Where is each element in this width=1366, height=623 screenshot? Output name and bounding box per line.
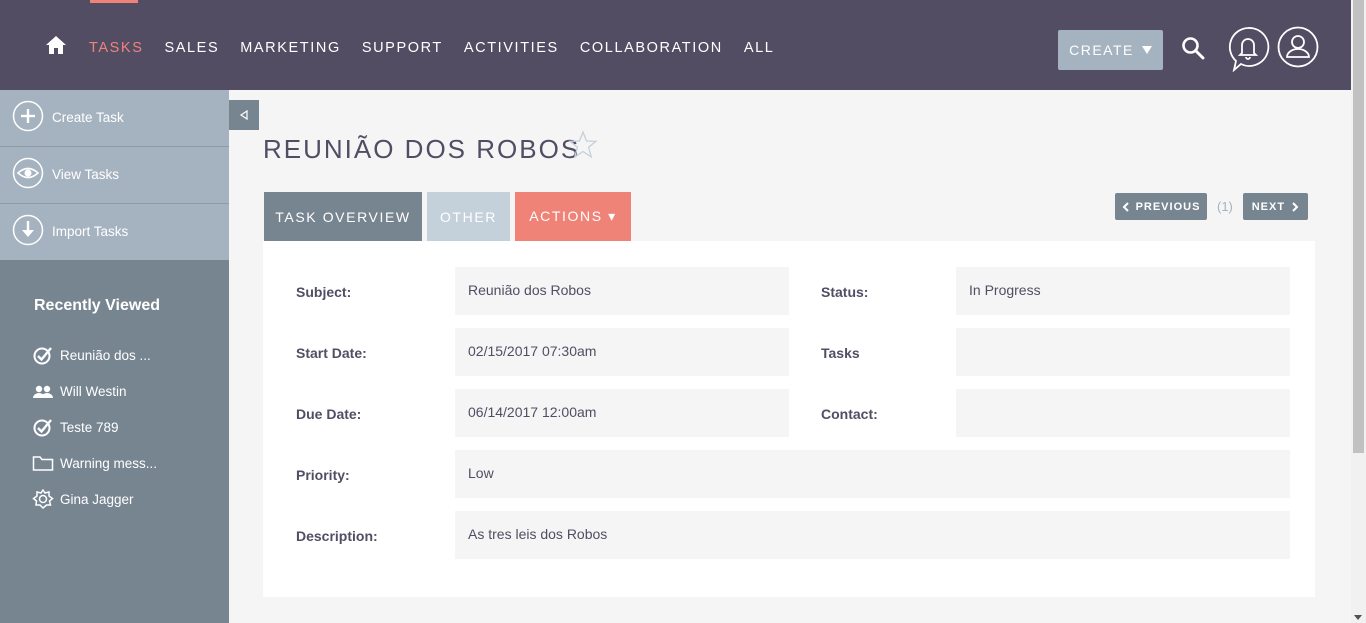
status-label: Status: bbox=[821, 284, 869, 300]
caret-down-icon bbox=[1141, 46, 1152, 54]
start-date-label: Start Date: bbox=[296, 345, 367, 361]
search-icon[interactable] bbox=[1181, 36, 1205, 60]
recent-item-label: Will Westin bbox=[60, 383, 127, 399]
tab-task-overview[interactable]: TASK OVERVIEW bbox=[264, 192, 422, 241]
scrollbar-thumb[interactable] bbox=[1353, 0, 1364, 453]
due-date-label: Due Date: bbox=[296, 406, 362, 422]
chevron-right-icon bbox=[1292, 201, 1299, 212]
nav-collaboration[interactable]: COLLABORATION bbox=[580, 40, 723, 56]
notification-bell-icon[interactable] bbox=[1227, 26, 1271, 72]
nav-sales[interactable]: SALES bbox=[164, 40, 219, 56]
subject-label: Subject: bbox=[296, 284, 352, 300]
previous-label: PREVIOUS bbox=[1135, 200, 1201, 213]
sidebar-item-label: Create Task bbox=[52, 110, 124, 125]
sidebar-item-create-task[interactable]: Create Task bbox=[0, 90, 229, 147]
favorite-star-icon[interactable] bbox=[568, 130, 598, 160]
page-title: REUNIÃO DOS ROBOS bbox=[263, 134, 581, 164]
task-check-icon bbox=[33, 347, 52, 365]
next-label: NEXT bbox=[1251, 200, 1286, 213]
sidebar: Create Task View Tasks Import Tasks Rece… bbox=[0, 90, 229, 623]
recent-item-reuniao[interactable]: Reunião dos ... bbox=[32, 337, 157, 373]
nav-all[interactable]: ALL bbox=[744, 40, 775, 56]
contact-label: Contact: bbox=[821, 406, 878, 422]
recently-viewed-list: Reunião dos ... Will Westin Teste 789 Wa… bbox=[32, 337, 157, 517]
contact-value[interactable] bbox=[956, 389, 1290, 437]
create-button[interactable]: CREATE bbox=[1058, 30, 1163, 70]
record-pager: PREVIOUS (1) NEXT bbox=[1115, 193, 1308, 220]
tasks-label: Tasks bbox=[821, 345, 860, 361]
task-overview-panel: Subject: Reunião dos Robos Status: In Pr… bbox=[263, 241, 1315, 597]
active-module-indicator bbox=[90, 0, 138, 3]
next-button[interactable]: NEXT bbox=[1242, 193, 1308, 220]
task-check-icon bbox=[33, 419, 52, 437]
recent-item-warning-message[interactable]: Warning mess... bbox=[32, 445, 157, 481]
record-count: (1) bbox=[1217, 199, 1233, 214]
description-label: Description: bbox=[296, 528, 378, 544]
gear-badge-icon bbox=[32, 489, 54, 509]
start-date-value[interactable]: 02/15/2017 07:30am bbox=[455, 328, 789, 376]
nav-support[interactable]: SUPPORT bbox=[362, 40, 443, 56]
nav-tasks[interactable]: TASKS bbox=[89, 40, 143, 56]
home-icon[interactable] bbox=[45, 35, 67, 55]
contacts-icon bbox=[33, 385, 53, 398]
sidebar-item-label: View Tasks bbox=[52, 167, 120, 182]
description-value[interactable]: As tres leis dos Robos bbox=[455, 511, 1290, 559]
sidebar-item-view-tasks[interactable]: View Tasks bbox=[0, 147, 229, 204]
scroll-down-arrow-icon[interactable] bbox=[1354, 615, 1362, 620]
recent-item-label: Warning mess... bbox=[60, 455, 158, 471]
top-navigation-bar: TASKS SALES MARKETING SUPPORT ACTIVITIES… bbox=[0, 0, 1351, 90]
previous-button[interactable]: PREVIOUS bbox=[1115, 193, 1207, 220]
plus-circle-icon bbox=[12, 100, 44, 132]
sidebar-actions: Create Task View Tasks Import Tasks bbox=[0, 90, 229, 260]
recent-item-label: Gina Jagger bbox=[60, 491, 134, 507]
detail-tabs: TASK OVERVIEW OTHER ACTIONS ▾ bbox=[264, 192, 636, 241]
recent-item-teste-789[interactable]: Teste 789 bbox=[32, 409, 157, 445]
collapse-sidebar-button[interactable] bbox=[229, 100, 259, 130]
due-date-value[interactable]: 06/14/2017 12:00am bbox=[455, 389, 789, 437]
nav-marketing[interactable]: MARKETING bbox=[240, 40, 341, 56]
recent-item-label: Reunião dos ... bbox=[60, 347, 151, 363]
priority-value[interactable]: Low bbox=[455, 450, 1290, 498]
tab-other[interactable]: OTHER bbox=[427, 192, 510, 241]
recent-item-will-westin[interactable]: Will Westin bbox=[32, 373, 157, 409]
nav-activities[interactable]: ACTIVITIES bbox=[464, 40, 559, 56]
create-button-label: CREATE bbox=[1069, 42, 1134, 58]
download-arrow-icon bbox=[12, 214, 44, 246]
chevron-left-icon bbox=[1122, 201, 1129, 212]
triangle-left-icon bbox=[239, 110, 248, 120]
sidebar-item-import-tasks[interactable]: Import Tasks bbox=[0, 204, 229, 260]
folder-icon bbox=[32, 456, 54, 471]
tab-actions[interactable]: ACTIONS ▾ bbox=[515, 192, 631, 241]
status-value[interactable]: In Progress bbox=[956, 267, 1290, 315]
eye-icon bbox=[12, 157, 44, 189]
recent-item-label: Teste 789 bbox=[60, 419, 119, 435]
user-profile-icon[interactable] bbox=[1277, 26, 1319, 68]
priority-label: Priority: bbox=[296, 467, 350, 483]
sidebar-item-label: Import Tasks bbox=[52, 224, 129, 239]
subject-value[interactable]: Reunião dos Robos bbox=[455, 267, 789, 315]
recent-item-gina-jagger[interactable]: Gina Jagger bbox=[32, 481, 157, 517]
page-scrollbar[interactable] bbox=[1351, 0, 1366, 623]
tasks-value[interactable] bbox=[956, 328, 1290, 376]
module-nav: TASKS SALES MARKETING SUPPORT ACTIVITIES… bbox=[89, 40, 795, 56]
recently-viewed-title: Recently Viewed bbox=[34, 297, 160, 314]
